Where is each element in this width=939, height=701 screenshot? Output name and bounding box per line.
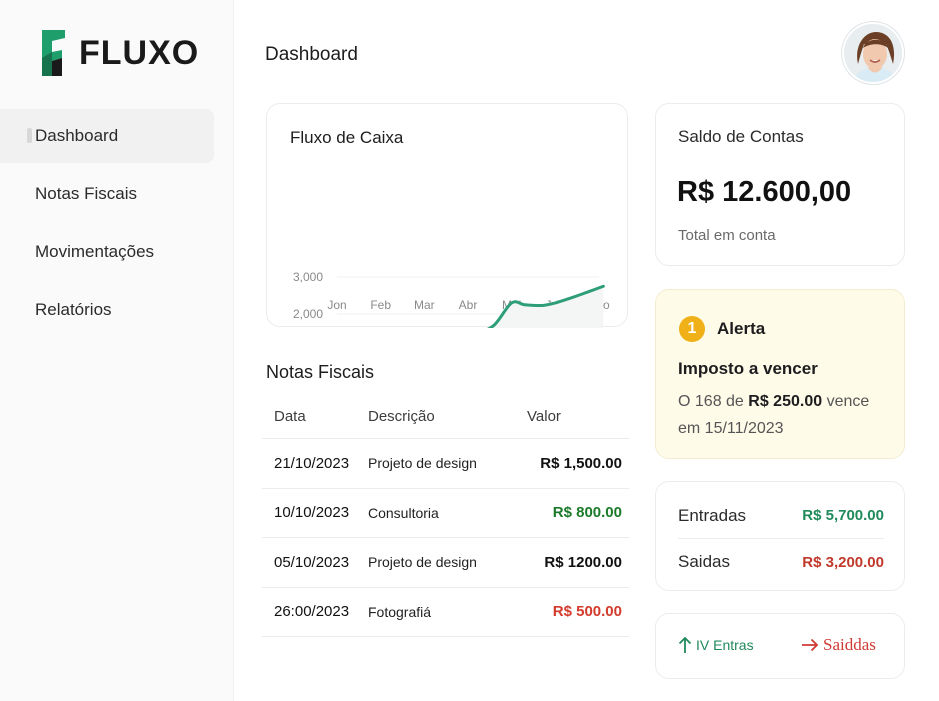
entries-button[interactable]: IV Entras [678,636,754,654]
x-tick-label: Mar [414,298,435,312]
alert-title: Alerta [717,319,766,338]
flow-out-value: R$ 3,200.00 [802,553,884,571]
sidebar-item-label: Notas Fiscais [35,184,138,203]
row-description: Fotografiá [368,603,432,620]
user-avatar-icon [844,24,902,82]
table-header: Data Descrição Valor [262,395,629,439]
balance-value: R$ 12.600,00 [677,176,852,208]
cashflow-card: Fluxo de Caixa 01,0002,0003,000JonFebMar… [266,103,628,328]
flow-row-out: Saidas R$ 3,200.00 [678,539,884,585]
row-date: 10/10/2023 [274,504,350,522]
entries-button-label: IV Entras [696,637,754,653]
quick-actions-card: IV Entras Saiddas [655,613,905,679]
flow-in-label: Entradas [678,505,747,525]
row-value: R$ 800.00 [552,504,622,522]
app-window: FLUXO Dashboard Notas Fiscais Movimentaç… [0,0,939,701]
exits-button[interactable]: Saiddas [801,635,876,655]
row-date: 26:00/2023 [274,603,350,621]
invoices-table: Data Descrição Valor 21/10/2023 Projeto … [262,395,629,637]
sidebar-item-movimentacoes[interactable]: Movimentações [0,225,214,279]
alert-headline: Imposto a vencer [678,359,818,378]
sidebar-item-label: Relatórios [35,300,112,319]
balance-label: Saldo de Contas [678,127,804,146]
exits-button-label: Saiddas [823,635,876,654]
row-value: R$ 1,500.00 [540,454,622,472]
row-date: 21/10/2023 [274,454,350,472]
x-tick-label: Feb [370,298,391,312]
arrow-right-icon [802,638,819,652]
alert-message: O 168 de R$ 250.00 vence em 15/11/2023 [678,388,888,442]
balance-subtitle: Total em conta [678,227,776,244]
invoices-title: Notas Fiscais [266,362,375,382]
arrow-up-icon [678,636,692,653]
sidebar: FLUXO Dashboard Notas Fiscais Movimentaç… [0,0,234,701]
balance-card: Saldo de Contas R$ 12.600,00 Total em co… [655,103,905,266]
flow-out-label: Saidas [678,552,730,571]
alert-amount: R$ 250.00 [748,393,823,410]
row-value: R$ 500.00 [552,603,622,621]
alert-text-prefix: O 168 de [678,393,749,410]
table-row[interactable]: 21/10/2023 Projeto de design R$ 1,500.00 [262,439,629,489]
flow-summary-card: Entradas R$ 5,700.00 Saidas R$ 3,200.00 [655,481,905,591]
flow-row-in: Entradas R$ 5,700.00 [678,493,884,539]
sidebar-item-dashboard[interactable]: Dashboard [0,109,214,163]
x-tick-label: Abr [459,298,478,312]
row-date: 05/10/2023 [274,553,350,571]
flow-in-value: R$ 5,700.00 [802,507,884,524]
sidebar-item-notas-fiscais[interactable]: Notas Fiscais [0,167,214,221]
table-row[interactable]: 26:00/2023 Fotografiá R$ 500.00 [262,588,629,637]
alert-card[interactable]: 1 Alerta Imposto a vencer O 168 de R$ 25… [655,289,905,459]
row-description: Projeto de design [368,554,477,571]
row-description: Consultoria [368,504,439,521]
sidebar-item-relatorios[interactable]: Relatórios [0,283,214,337]
sidebar-item-label: Dashboard [35,126,119,145]
brand-logo[interactable]: FLUXO [40,28,199,78]
row-description: Projeto de design [368,455,477,472]
brand-name: FLUXO [79,33,200,72]
user-avatar[interactable] [842,22,904,84]
fluxo-logo-icon [42,30,65,76]
sidebar-item-label: Movimentações [35,242,155,261]
table-row[interactable]: 10/10/2023 Consultoria R$ 800.00 [262,489,629,538]
cashflow-chart: 01,0002,0003,000JonFebMarAbrMalJunAgo [293,270,610,328]
y-tick-label: 2,000 [293,307,323,321]
row-value: R$ 1200.00 [544,553,622,571]
y-tick-label: 3,000 [293,270,323,284]
x-tick-label: Jon [327,298,346,312]
column-header-date: Data [274,408,306,425]
alert-badge: 1 [679,316,705,342]
column-header-description: Descrição [368,408,435,425]
column-header-value: Valor [527,408,561,425]
page-title: Dashboard [265,44,358,65]
table-row[interactable]: 05/10/2023 Projeto de design R$ 1200.00 [262,538,629,588]
